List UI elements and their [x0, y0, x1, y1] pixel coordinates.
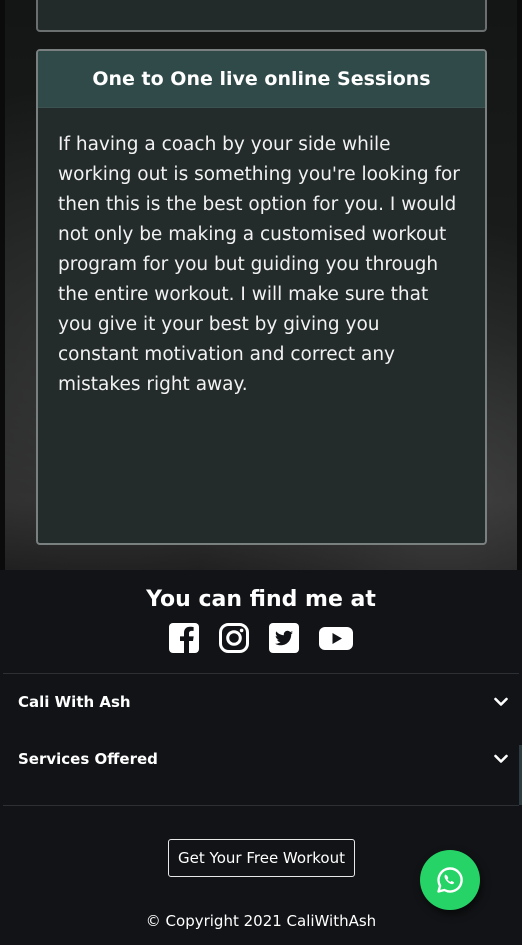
whatsapp-chat-button[interactable]	[420, 850, 480, 910]
footer-divider	[3, 805, 519, 806]
twitter-icon[interactable]	[268, 622, 300, 654]
facebook-icon[interactable]	[168, 622, 200, 654]
get-free-workout-button[interactable]: Get Your Free Workout	[168, 839, 355, 877]
whatsapp-icon	[437, 867, 463, 893]
copyright-text: © Copyright 2021 CaliWithAsh	[145, 912, 377, 930]
service-card-header: One to One live online Sessions	[38, 51, 485, 108]
accordion-services-offered[interactable]: Services Offered	[18, 747, 508, 771]
accordion-label: Cali With Ash	[18, 693, 131, 711]
service-card-description: If having a coach by your side while wor…	[58, 134, 460, 395]
page-edge-right	[517, 0, 522, 570]
social-links	[3, 622, 519, 654]
service-card: One to One live online Sessions If havin…	[36, 49, 487, 545]
service-card-title: One to One live online Sessions	[92, 68, 431, 90]
accordion-cali-with-ash[interactable]: Cali With Ash	[18, 690, 508, 714]
instagram-icon[interactable]	[218, 622, 250, 654]
youtube-icon[interactable]	[318, 622, 354, 654]
previous-service-card	[36, 0, 487, 32]
footer-divider	[3, 673, 519, 674]
chevron-down-icon	[494, 697, 508, 706]
accordion-label: Services Offered	[18, 750, 158, 768]
page-edge-left	[0, 0, 5, 570]
chevron-down-icon	[494, 754, 508, 763]
find-me-title: You can find me at	[146, 587, 376, 612]
